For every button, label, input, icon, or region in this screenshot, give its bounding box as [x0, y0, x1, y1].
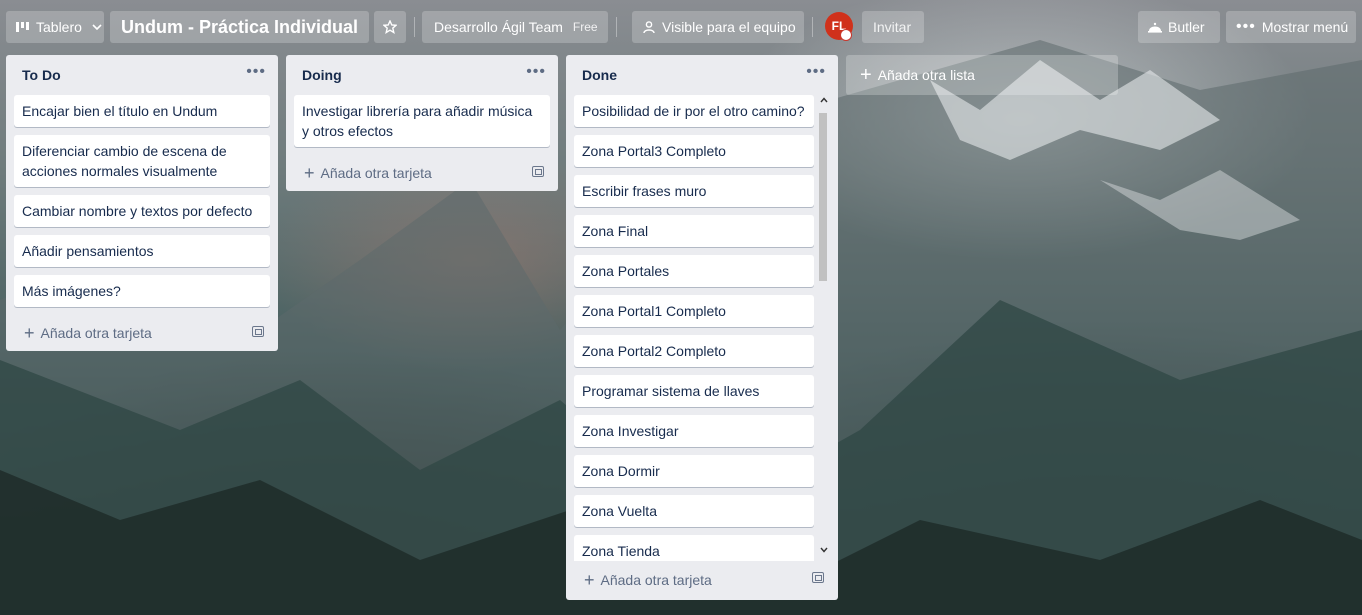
- plus-icon: +: [584, 570, 595, 590]
- card[interactable]: Zona Final: [574, 215, 814, 247]
- team-name: Desarrollo Ágil Team: [434, 19, 563, 35]
- add-card-button[interactable]: + Añada otra tarjeta: [6, 315, 278, 351]
- team-icon: [642, 20, 656, 34]
- card[interactable]: Zona Vuelta: [574, 495, 814, 527]
- card[interactable]: Zona Investigar: [574, 415, 814, 447]
- scroll-down-arrow-icon[interactable]: [818, 545, 830, 557]
- list-title[interactable]: To Do: [22, 67, 61, 83]
- add-card-button[interactable]: + Añada otra tarjeta: [286, 155, 558, 191]
- invite-button[interactable]: Invitar: [862, 11, 924, 43]
- card-template-icon[interactable]: [532, 166, 544, 177]
- card[interactable]: Más imágenes?: [14, 275, 270, 307]
- team-plan-badge: Free: [572, 20, 598, 34]
- header-divider: [414, 17, 415, 37]
- list-todo: To Do ••• Encajar bien el título en Undu…: [6, 55, 278, 351]
- add-list-label: Añada otra lista: [877, 67, 975, 83]
- visibility-button[interactable]: Visible para el equipo: [632, 11, 804, 43]
- plus-icon: +: [24, 323, 35, 343]
- butler-button[interactable]: Butler: [1138, 11, 1220, 43]
- star-button[interactable]: [374, 11, 406, 43]
- list-doing: Doing ••• Investigar librería para añadi…: [286, 55, 558, 191]
- list-header: To Do •••: [6, 55, 278, 95]
- list-header: Done •••: [566, 55, 838, 95]
- add-list-button[interactable]: + Añada otra lista: [846, 55, 1118, 95]
- card[interactable]: Zona Portal2 Completo: [574, 335, 814, 367]
- card[interactable]: Diferenciar cambio de escena de acciones…: [14, 135, 270, 187]
- list-done: Done ••• Posibilidad de ir por el otro c…: [566, 55, 838, 600]
- card[interactable]: Escribir frases muro: [574, 175, 814, 207]
- list-menu-ellipsis-icon[interactable]: •••: [806, 64, 826, 80]
- add-card-button[interactable]: + Añada otra tarjeta: [566, 561, 838, 599]
- board-header: Tablero Undum - Práctica Individual Desa…: [0, 0, 1362, 54]
- plus-icon: +: [304, 163, 315, 183]
- list-menu-ellipsis-icon[interactable]: •••: [526, 64, 546, 80]
- show-menu-label: Mostrar menú: [1261, 19, 1349, 35]
- card[interactable]: Zona Dormir: [574, 455, 814, 487]
- team-button[interactable]: Desarrollo Ágil Team Free: [422, 11, 608, 43]
- card[interactable]: Investigar librería para añadir música y…: [294, 95, 550, 147]
- list-menu-ellipsis-icon[interactable]: •••: [246, 64, 266, 80]
- board-switcher-label: Tablero: [36, 19, 82, 35]
- header-divider: [812, 17, 813, 37]
- card[interactable]: Zona Portal1 Completo: [574, 295, 814, 327]
- admin-badge-icon: [840, 29, 852, 41]
- card[interactable]: Zona Portal3 Completo: [574, 135, 814, 167]
- ellipsis-icon: •••: [1236, 18, 1256, 35]
- card-template-icon[interactable]: [252, 326, 264, 337]
- add-card-label: Añada otra tarjeta: [40, 325, 152, 341]
- board-icon: [16, 21, 30, 33]
- list-title[interactable]: Doing: [302, 67, 342, 83]
- butler-icon: [1148, 21, 1162, 33]
- scrollbar-thumb[interactable]: [819, 113, 827, 281]
- header-divider: [616, 17, 617, 37]
- board-switcher-button[interactable]: Tablero: [6, 11, 104, 43]
- add-card-label: Añada otra tarjeta: [600, 572, 712, 588]
- add-card-label: Añada otra tarjeta: [320, 165, 432, 181]
- done-card-scroll-area[interactable]: Posibilidad de ir por el otro camino? Zo…: [566, 95, 838, 561]
- chevron-down-icon: [92, 24, 102, 30]
- list-title[interactable]: Done: [582, 67, 617, 83]
- card[interactable]: Posibilidad de ir por el otro camino?: [574, 95, 814, 127]
- scroll-up-arrow-icon[interactable]: [818, 95, 830, 107]
- card[interactable]: Cambiar nombre y textos por defecto: [14, 195, 270, 227]
- card[interactable]: Zona Portales: [574, 255, 814, 287]
- plus-icon: +: [860, 64, 872, 86]
- butler-label: Butler: [1168, 19, 1205, 35]
- star-icon: [383, 20, 397, 34]
- card-template-icon[interactable]: [812, 572, 824, 583]
- scrollbar[interactable]: [819, 95, 832, 561]
- show-menu-button[interactable]: ••• Mostrar menú: [1226, 11, 1356, 43]
- card[interactable]: Encajar bien el título en Undum: [14, 95, 270, 127]
- card[interactable]: Programar sistema de llaves: [574, 375, 814, 407]
- card[interactable]: Añadir pensamientos: [14, 235, 270, 267]
- list-header: Doing •••: [286, 55, 558, 95]
- card[interactable]: Zona Tienda: [574, 535, 814, 561]
- visibility-label: Visible para el equipo: [662, 19, 796, 35]
- board-title[interactable]: Undum - Práctica Individual: [110, 11, 370, 43]
